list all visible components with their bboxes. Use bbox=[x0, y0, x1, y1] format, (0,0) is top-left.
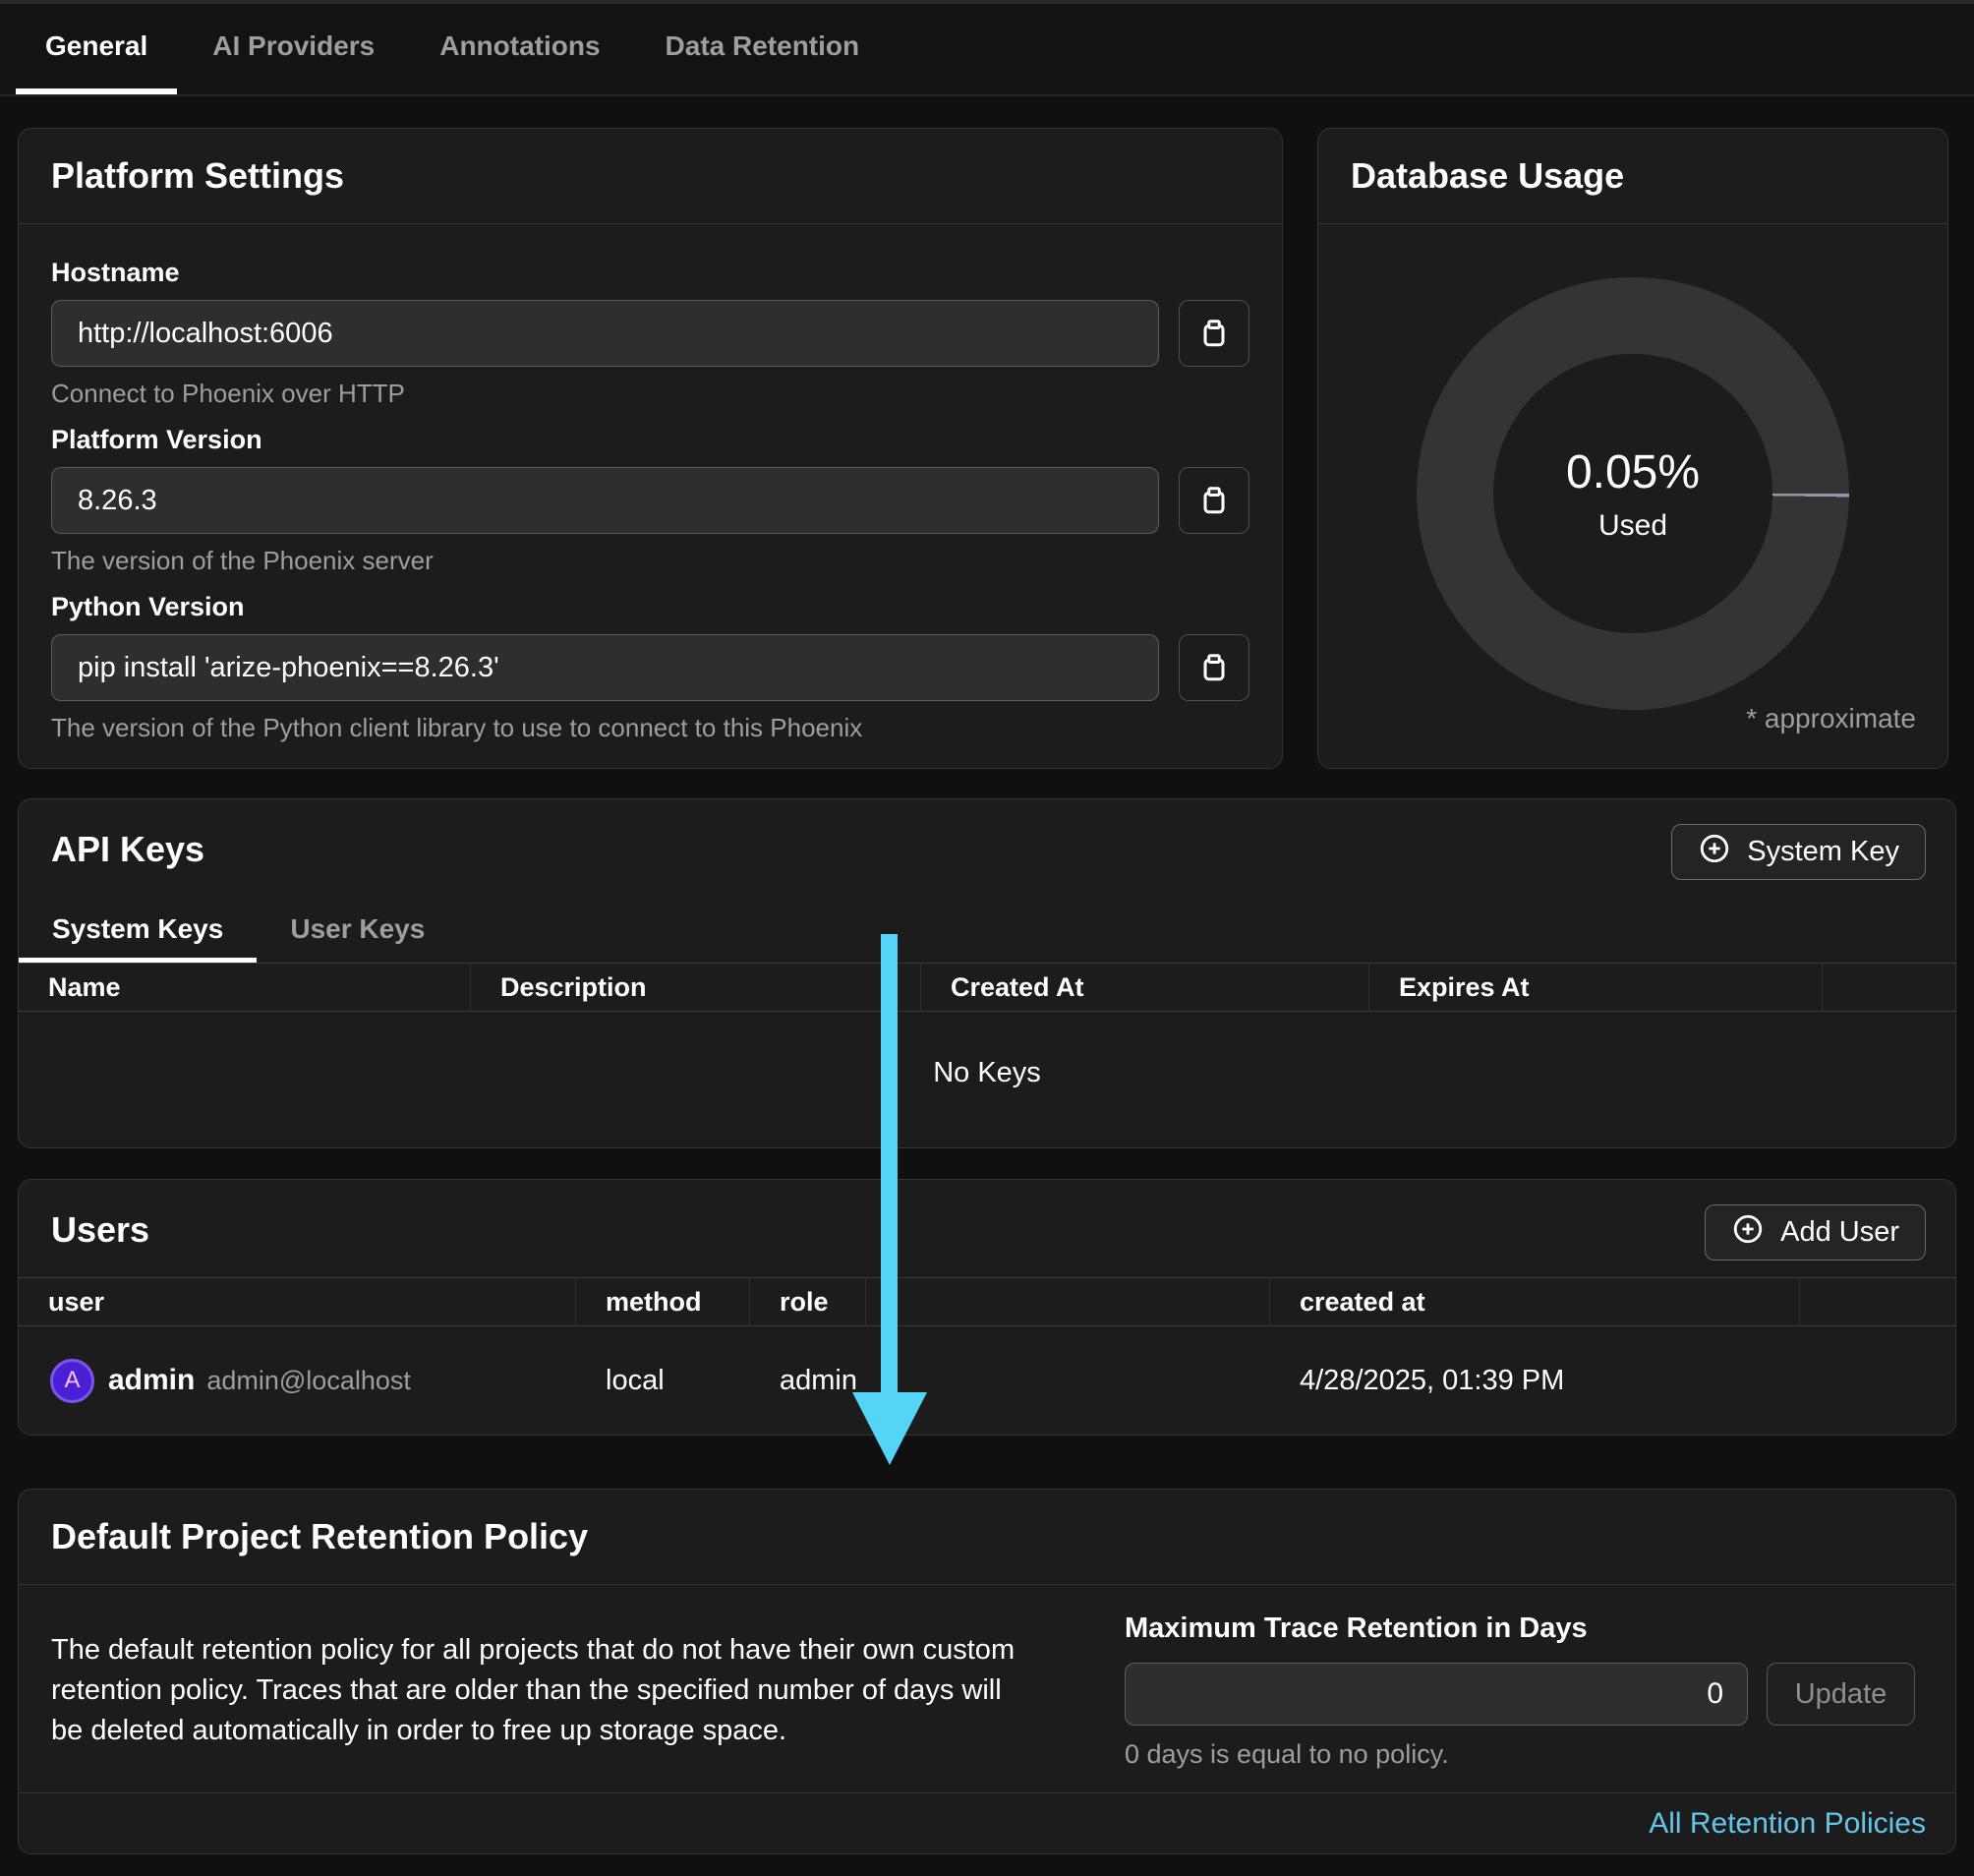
donut-percent-value: 0.05% bbox=[1566, 445, 1700, 499]
max-retention-days-input[interactable] bbox=[1125, 1663, 1748, 1726]
system-key-button[interactable]: System Key bbox=[1671, 824, 1926, 880]
column-header-expires-at: Expires At bbox=[1369, 964, 1823, 1011]
user-method-cell: local bbox=[576, 1365, 750, 1397]
system-key-button-label: System Key bbox=[1747, 836, 1899, 868]
database-usage-title: Database Usage bbox=[1351, 155, 1915, 197]
platform-version-label: Platform Version bbox=[51, 425, 1249, 455]
user-role-cell: admin bbox=[750, 1365, 866, 1397]
column-header-spacer bbox=[866, 1278, 1270, 1325]
column-header-description: Description bbox=[471, 964, 921, 1011]
api-keys-card: API Keys System Key System Keys User Key… bbox=[18, 798, 1956, 1148]
column-header-name: Name bbox=[19, 964, 471, 1011]
avatar: A bbox=[50, 1359, 94, 1403]
column-header-role: role bbox=[750, 1278, 866, 1325]
update-button[interactable]: Update bbox=[1767, 1663, 1915, 1726]
retention-policy-header: Default Project Retention Policy bbox=[19, 1490, 1955, 1585]
api-keys-title: API Keys bbox=[51, 829, 1923, 870]
clipboard-icon bbox=[1196, 482, 1232, 520]
retention-zero-days-helper: 0 days is equal to no policy. bbox=[1125, 1739, 1915, 1770]
settings-tabbar: General AI Providers Annotations Data Re… bbox=[0, 4, 1974, 96]
table-row[interactable]: A admin admin@localhost local admin 4/28… bbox=[19, 1326, 1955, 1435]
python-version-label: Python Version bbox=[51, 592, 1249, 622]
retention-policy-card: Default Project Retention Policy The def… bbox=[18, 1489, 1956, 1854]
platform-settings-card: Platform Settings Hostname bbox=[18, 128, 1283, 769]
column-header-actions bbox=[1823, 964, 1955, 1011]
database-usage-header: Database Usage bbox=[1318, 129, 1947, 224]
user-email: admin@localhost bbox=[206, 1366, 411, 1396]
add-user-button[interactable]: Add User bbox=[1705, 1204, 1926, 1260]
platform-version-copy-button[interactable] bbox=[1179, 467, 1249, 534]
plus-circle-icon bbox=[1698, 832, 1731, 873]
platform-version-input[interactable] bbox=[51, 467, 1159, 534]
api-keys-empty-state: No Keys bbox=[19, 1012, 1955, 1135]
platform-settings-header: Platform Settings bbox=[19, 129, 1282, 224]
retention-policy-title: Default Project Retention Policy bbox=[51, 1516, 1923, 1557]
max-retention-days-label: Maximum Trace Retention in Days bbox=[1125, 1612, 1915, 1645]
tab-ai-providers[interactable]: AI Providers bbox=[183, 4, 404, 94]
retention-policy-form: Maximum Trace Retention in Days Update 0… bbox=[1125, 1612, 1915, 1770]
hostname-input[interactable] bbox=[51, 300, 1159, 367]
tab-annotations[interactable]: Annotations bbox=[410, 4, 629, 94]
clipboard-icon bbox=[1196, 315, 1232, 353]
hostname-copy-button[interactable] bbox=[1179, 300, 1249, 367]
platform-version-helper: The version of the Phoenix server bbox=[51, 546, 1249, 576]
retention-policy-footer: All Retention Policies bbox=[19, 1792, 1955, 1853]
donut-center-text: 0.05% Used bbox=[1417, 277, 1849, 710]
api-keys-table-header: Name Description Created At Expires At bbox=[19, 963, 1955, 1012]
retention-policy-description: The default retention policy for all pro… bbox=[51, 1630, 1034, 1751]
hostname-label: Hostname bbox=[51, 258, 1249, 288]
donut-used-label: Used bbox=[1598, 509, 1667, 543]
column-header-method: method bbox=[576, 1278, 750, 1325]
api-keys-subtabs: System Keys User Keys bbox=[19, 900, 1955, 963]
column-header-created-at: Created At bbox=[921, 964, 1369, 1011]
database-usage-donut-chart: 0.05% Used bbox=[1417, 277, 1849, 710]
column-header-actions bbox=[1800, 1278, 1955, 1325]
settings-content: Platform Settings Hostname bbox=[0, 96, 1974, 1854]
python-version-copy-button[interactable] bbox=[1179, 634, 1249, 701]
users-title: Users bbox=[51, 1209, 1923, 1251]
python-version-input[interactable] bbox=[51, 634, 1159, 701]
subtab-system-keys[interactable]: System Keys bbox=[19, 900, 257, 963]
add-user-button-label: Add User bbox=[1780, 1216, 1899, 1249]
users-card: Users Add User user method role created … bbox=[18, 1179, 1956, 1436]
tab-data-retention[interactable]: Data Retention bbox=[636, 4, 890, 94]
users-table-header: user method role created at bbox=[19, 1277, 1955, 1326]
tab-general[interactable]: General bbox=[16, 4, 177, 94]
user-identity-cell: A admin admin@localhost bbox=[19, 1359, 576, 1403]
platform-settings-title: Platform Settings bbox=[51, 155, 1249, 197]
clipboard-icon bbox=[1196, 649, 1232, 687]
subtab-user-keys[interactable]: User Keys bbox=[257, 900, 458, 963]
plus-circle-icon bbox=[1731, 1212, 1765, 1254]
python-version-helper: The version of the Python client library… bbox=[51, 713, 1249, 743]
column-header-created-at: created at bbox=[1270, 1278, 1800, 1325]
hostname-helper: Connect to Phoenix over HTTP bbox=[51, 379, 1249, 409]
database-usage-card: Database Usage 0.05% Used * approximate bbox=[1317, 128, 1948, 769]
column-header-user: user bbox=[19, 1278, 576, 1325]
all-retention-policies-link[interactable]: All Retention Policies bbox=[1649, 1807, 1926, 1841]
user-created-at-cell: 4/28/2025, 01:39 PM bbox=[1270, 1365, 1800, 1397]
user-name: admin bbox=[108, 1364, 195, 1397]
